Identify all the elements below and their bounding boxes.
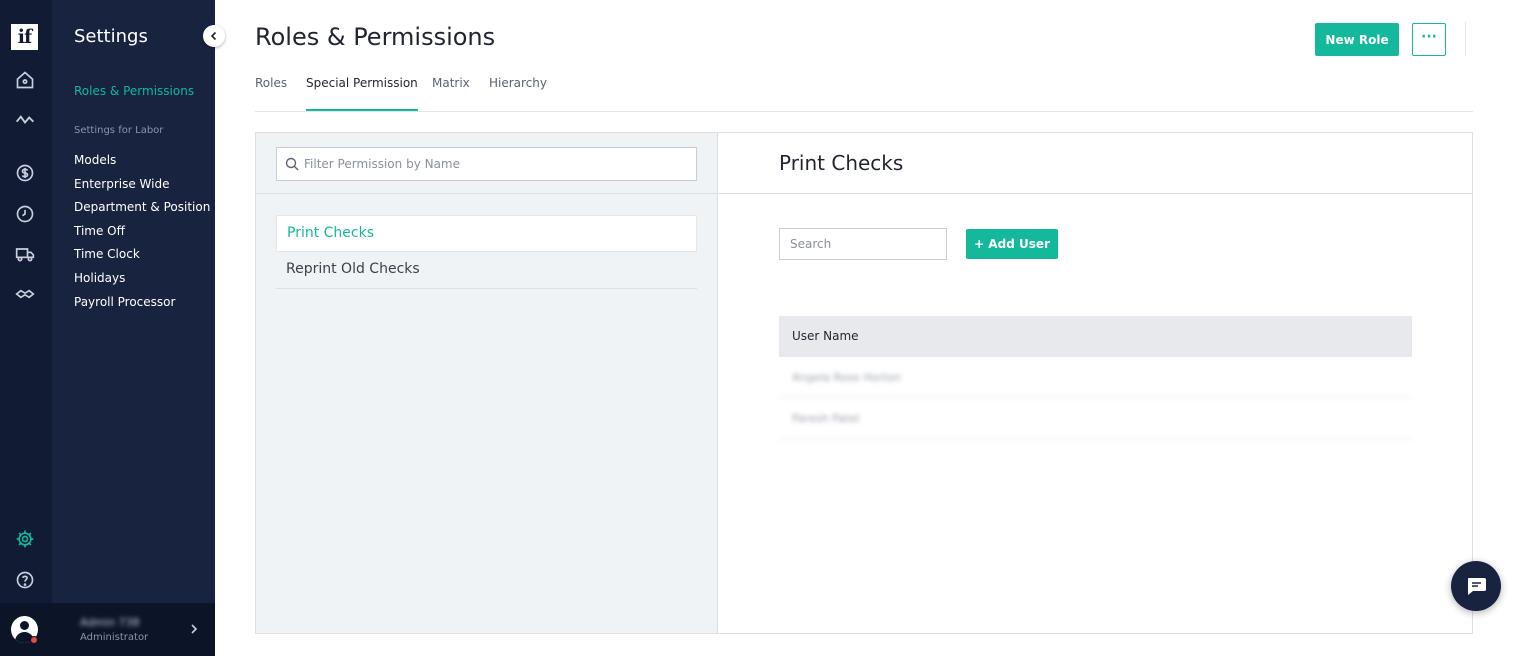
permission-item-print-checks[interactable]: Print Checks (276, 215, 697, 252)
section-label: Settings for Labor (74, 125, 164, 136)
users-table: User Name Angela Rose Horton Paresh Pate… (779, 316, 1412, 439)
user-role: Administrator (80, 632, 149, 643)
table-row[interactable]: Angela Rose Horton (779, 357, 1412, 398)
sidebar-item-payroll-processor[interactable]: Payroll Processor (74, 294, 210, 318)
tab-special-permission[interactable]: Special Permission (306, 76, 418, 111)
user-name: Admin 738 (80, 616, 140, 629)
permission-detail-header: Print Checks (718, 133, 1472, 194)
permission-filter-bar (256, 133, 717, 194)
tab-hierarchy[interactable]: Hierarchy (489, 76, 547, 111)
settings-title: Settings (74, 26, 148, 47)
dollar-icon[interactable] (14, 162, 36, 184)
sidebar-item-roles-permissions[interactable]: Roles & Permissions (74, 84, 194, 98)
sidebar-item-holidays[interactable]: Holidays (74, 270, 210, 294)
sidebar-item-department-position[interactable]: Department & Position (74, 199, 210, 223)
column-header-user-name[interactable]: User Name (779, 316, 1412, 357)
sidebar-item-time-off[interactable]: Time Off (74, 223, 210, 247)
page-title: Roles & Permissions (255, 23, 496, 51)
tab-matrix[interactable]: Matrix (432, 76, 470, 111)
handshake-icon[interactable] (14, 283, 36, 305)
user-bar[interactable]: Admin 738 Administrator (0, 603, 215, 656)
divider (1465, 22, 1466, 56)
app-logo[interactable]: if (11, 24, 38, 50)
permission-title: Print Checks (779, 151, 904, 175)
settings-panel: Settings Roles & Permissions Settings fo… (52, 0, 215, 656)
chat-button[interactable] (1451, 561, 1501, 611)
clock-icon[interactable] (14, 203, 36, 225)
home-icon[interactable] (14, 69, 36, 91)
activity-icon[interactable] (14, 109, 36, 131)
new-role-button[interactable]: New Role (1315, 23, 1399, 56)
status-dot (30, 636, 38, 644)
gear-icon[interactable] (14, 528, 36, 550)
search-icon (285, 157, 299, 171)
permission-item-reprint-old-checks[interactable]: Reprint Old Checks (276, 252, 697, 289)
truck-icon[interactable] (14, 243, 36, 265)
chevron-left-icon (210, 31, 217, 41)
sidebar-item-models[interactable]: Models (74, 152, 210, 176)
sidebar-item-time-clock[interactable]: Time Clock (74, 246, 210, 270)
permissions-panel: Print Checks Reprint Old Checks Print Ch… (255, 132, 1473, 634)
tab-roles[interactable]: Roles (255, 76, 287, 111)
icon-rail: if (0, 0, 52, 656)
filter-field[interactable] (276, 147, 697, 181)
chevron-right-icon (191, 624, 198, 634)
table-row[interactable]: Paresh Patel (779, 398, 1412, 439)
collapse-sidebar-button[interactable] (203, 25, 225, 47)
help-icon[interactable] (14, 569, 36, 591)
sidebar-item-enterprise-wide[interactable]: Enterprise Wide (74, 176, 210, 200)
filter-permission-input[interactable] (304, 148, 684, 180)
permission-list-pane: Print Checks Reprint Old Checks (256, 133, 718, 633)
chat-icon (1468, 578, 1486, 595)
add-user-button[interactable]: + Add User (966, 229, 1058, 259)
user-search-input[interactable] (779, 228, 947, 260)
more-options-button[interactable]: ··· (1412, 23, 1446, 56)
tabs-divider (255, 111, 1473, 112)
settings-nav: Models Enterprise Wide Department & Posi… (74, 152, 210, 317)
